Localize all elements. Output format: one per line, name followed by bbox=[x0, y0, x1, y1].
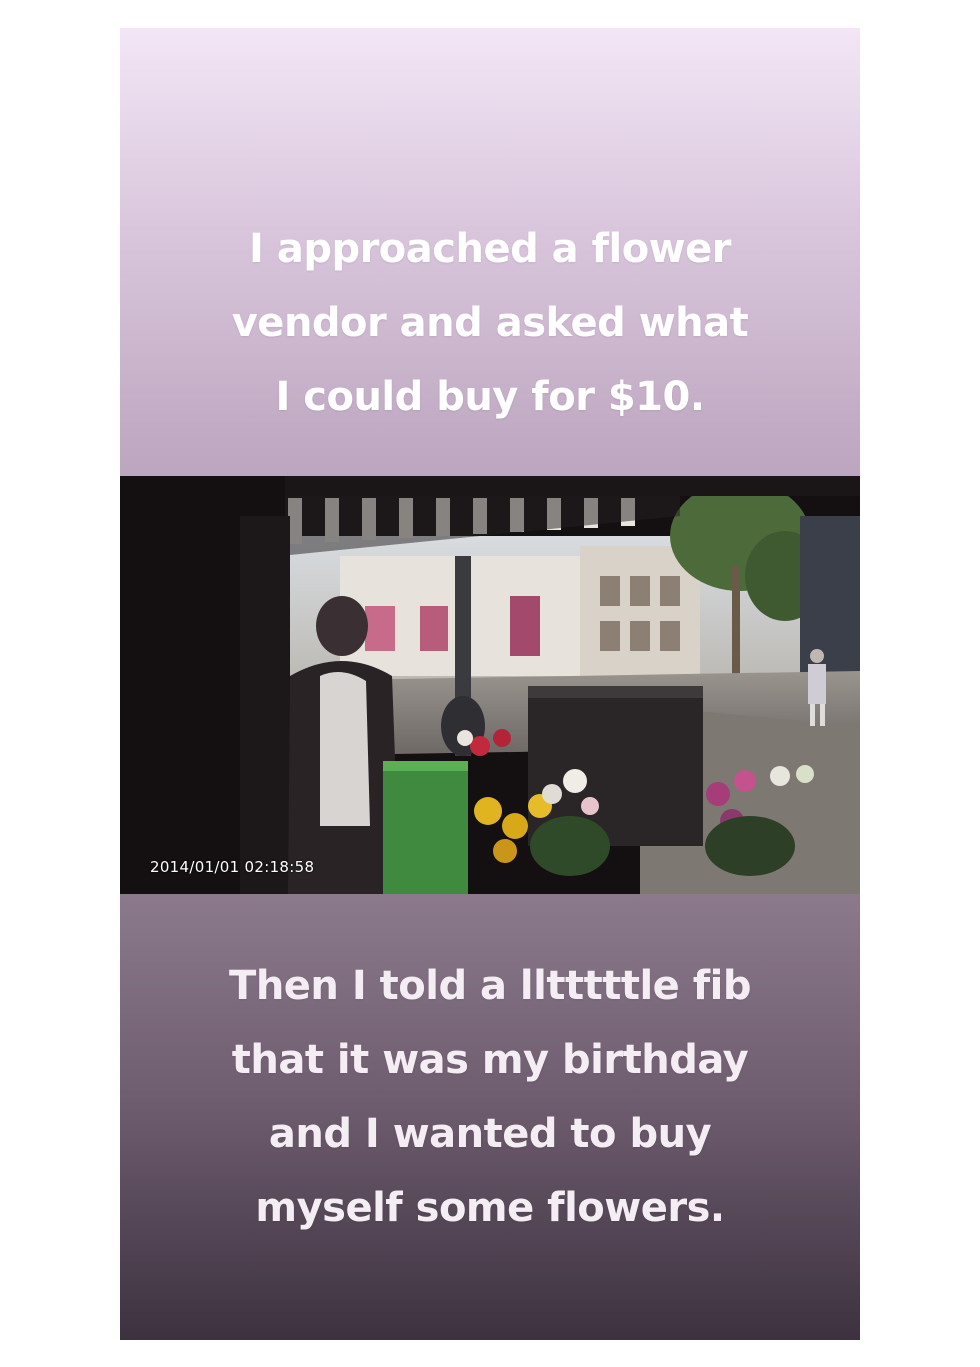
story-frame[interactable]: I approached a flower vendor and asked w… bbox=[120, 28, 860, 1340]
bottom-caption-line-4: myself some flowers. bbox=[255, 1185, 725, 1231]
bottom-caption-line-2: that it was my birthday bbox=[231, 1037, 749, 1083]
street-scene-image bbox=[120, 476, 860, 894]
top-caption-line-1: I approached a flower bbox=[249, 226, 731, 272]
bottom-caption: Then I told a lltttttle fib that it was … bbox=[120, 949, 860, 1245]
bottom-caption-line-1: Then I told a lltttttle fib bbox=[229, 963, 751, 1009]
video-frame[interactable]: 2014/01/01 02:18:58 bbox=[120, 476, 860, 894]
bottom-caption-line-3: and I wanted to buy bbox=[268, 1111, 712, 1157]
video-timestamp: 2014/01/01 02:18:58 bbox=[150, 858, 315, 876]
top-caption: I approached a flower vendor and asked w… bbox=[120, 212, 860, 434]
top-caption-line-3: I could buy for $10. bbox=[275, 374, 705, 420]
top-caption-line-2: vendor and asked what bbox=[231, 300, 749, 346]
